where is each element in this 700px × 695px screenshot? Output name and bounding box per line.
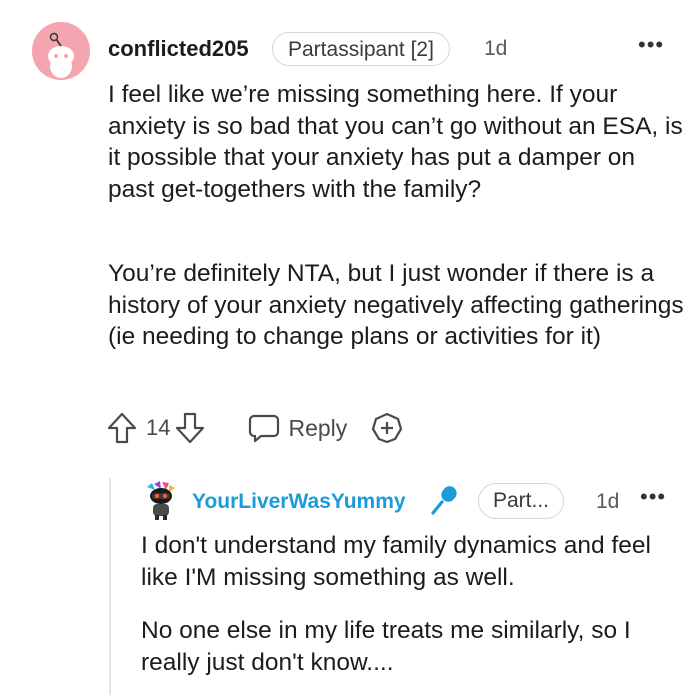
more-options-button[interactable]: ••• [638,34,664,56]
reply-more-options-button[interactable]: ••• [640,486,666,508]
reply-label: Reply [288,414,348,441]
comment-actions: 14 Reply [106,410,403,446]
comment-timestamp: 1d [484,37,508,60]
award-icon[interactable] [371,412,403,444]
downvote-icon[interactable] [174,411,206,445]
reply-paragraph: I don't understand my family dynamics an… [141,532,651,591]
microphone-icon [428,483,462,522]
reply-avatar[interactable] [142,481,180,521]
comment-paragraph: I feel like we’re missing something here… [108,81,683,203]
vote-count: 14 [146,415,171,440]
snoo-avatar-icon [32,22,90,80]
reply-user-flair: Part... [478,483,565,519]
reply-timestamp: 1d [596,490,620,513]
avatar-icon [147,481,175,520]
avatar[interactable] [32,22,90,80]
upvote-icon[interactable] [106,411,138,445]
comment-username[interactable]: conflicted205 [108,36,249,62]
user-flair: Partassipant [2] [272,32,450,66]
comment-paragraph: You’re definitely NTA, but I just wonder… [108,260,684,350]
reply-button[interactable]: Reply [248,413,347,443]
reply-username[interactable]: YourLiverWasYummy [192,490,406,514]
reply-bubble-icon [249,414,280,443]
thread-line[interactable] [109,478,111,695]
reply-paragraph: No one else in my life treats me similar… [141,617,631,676]
